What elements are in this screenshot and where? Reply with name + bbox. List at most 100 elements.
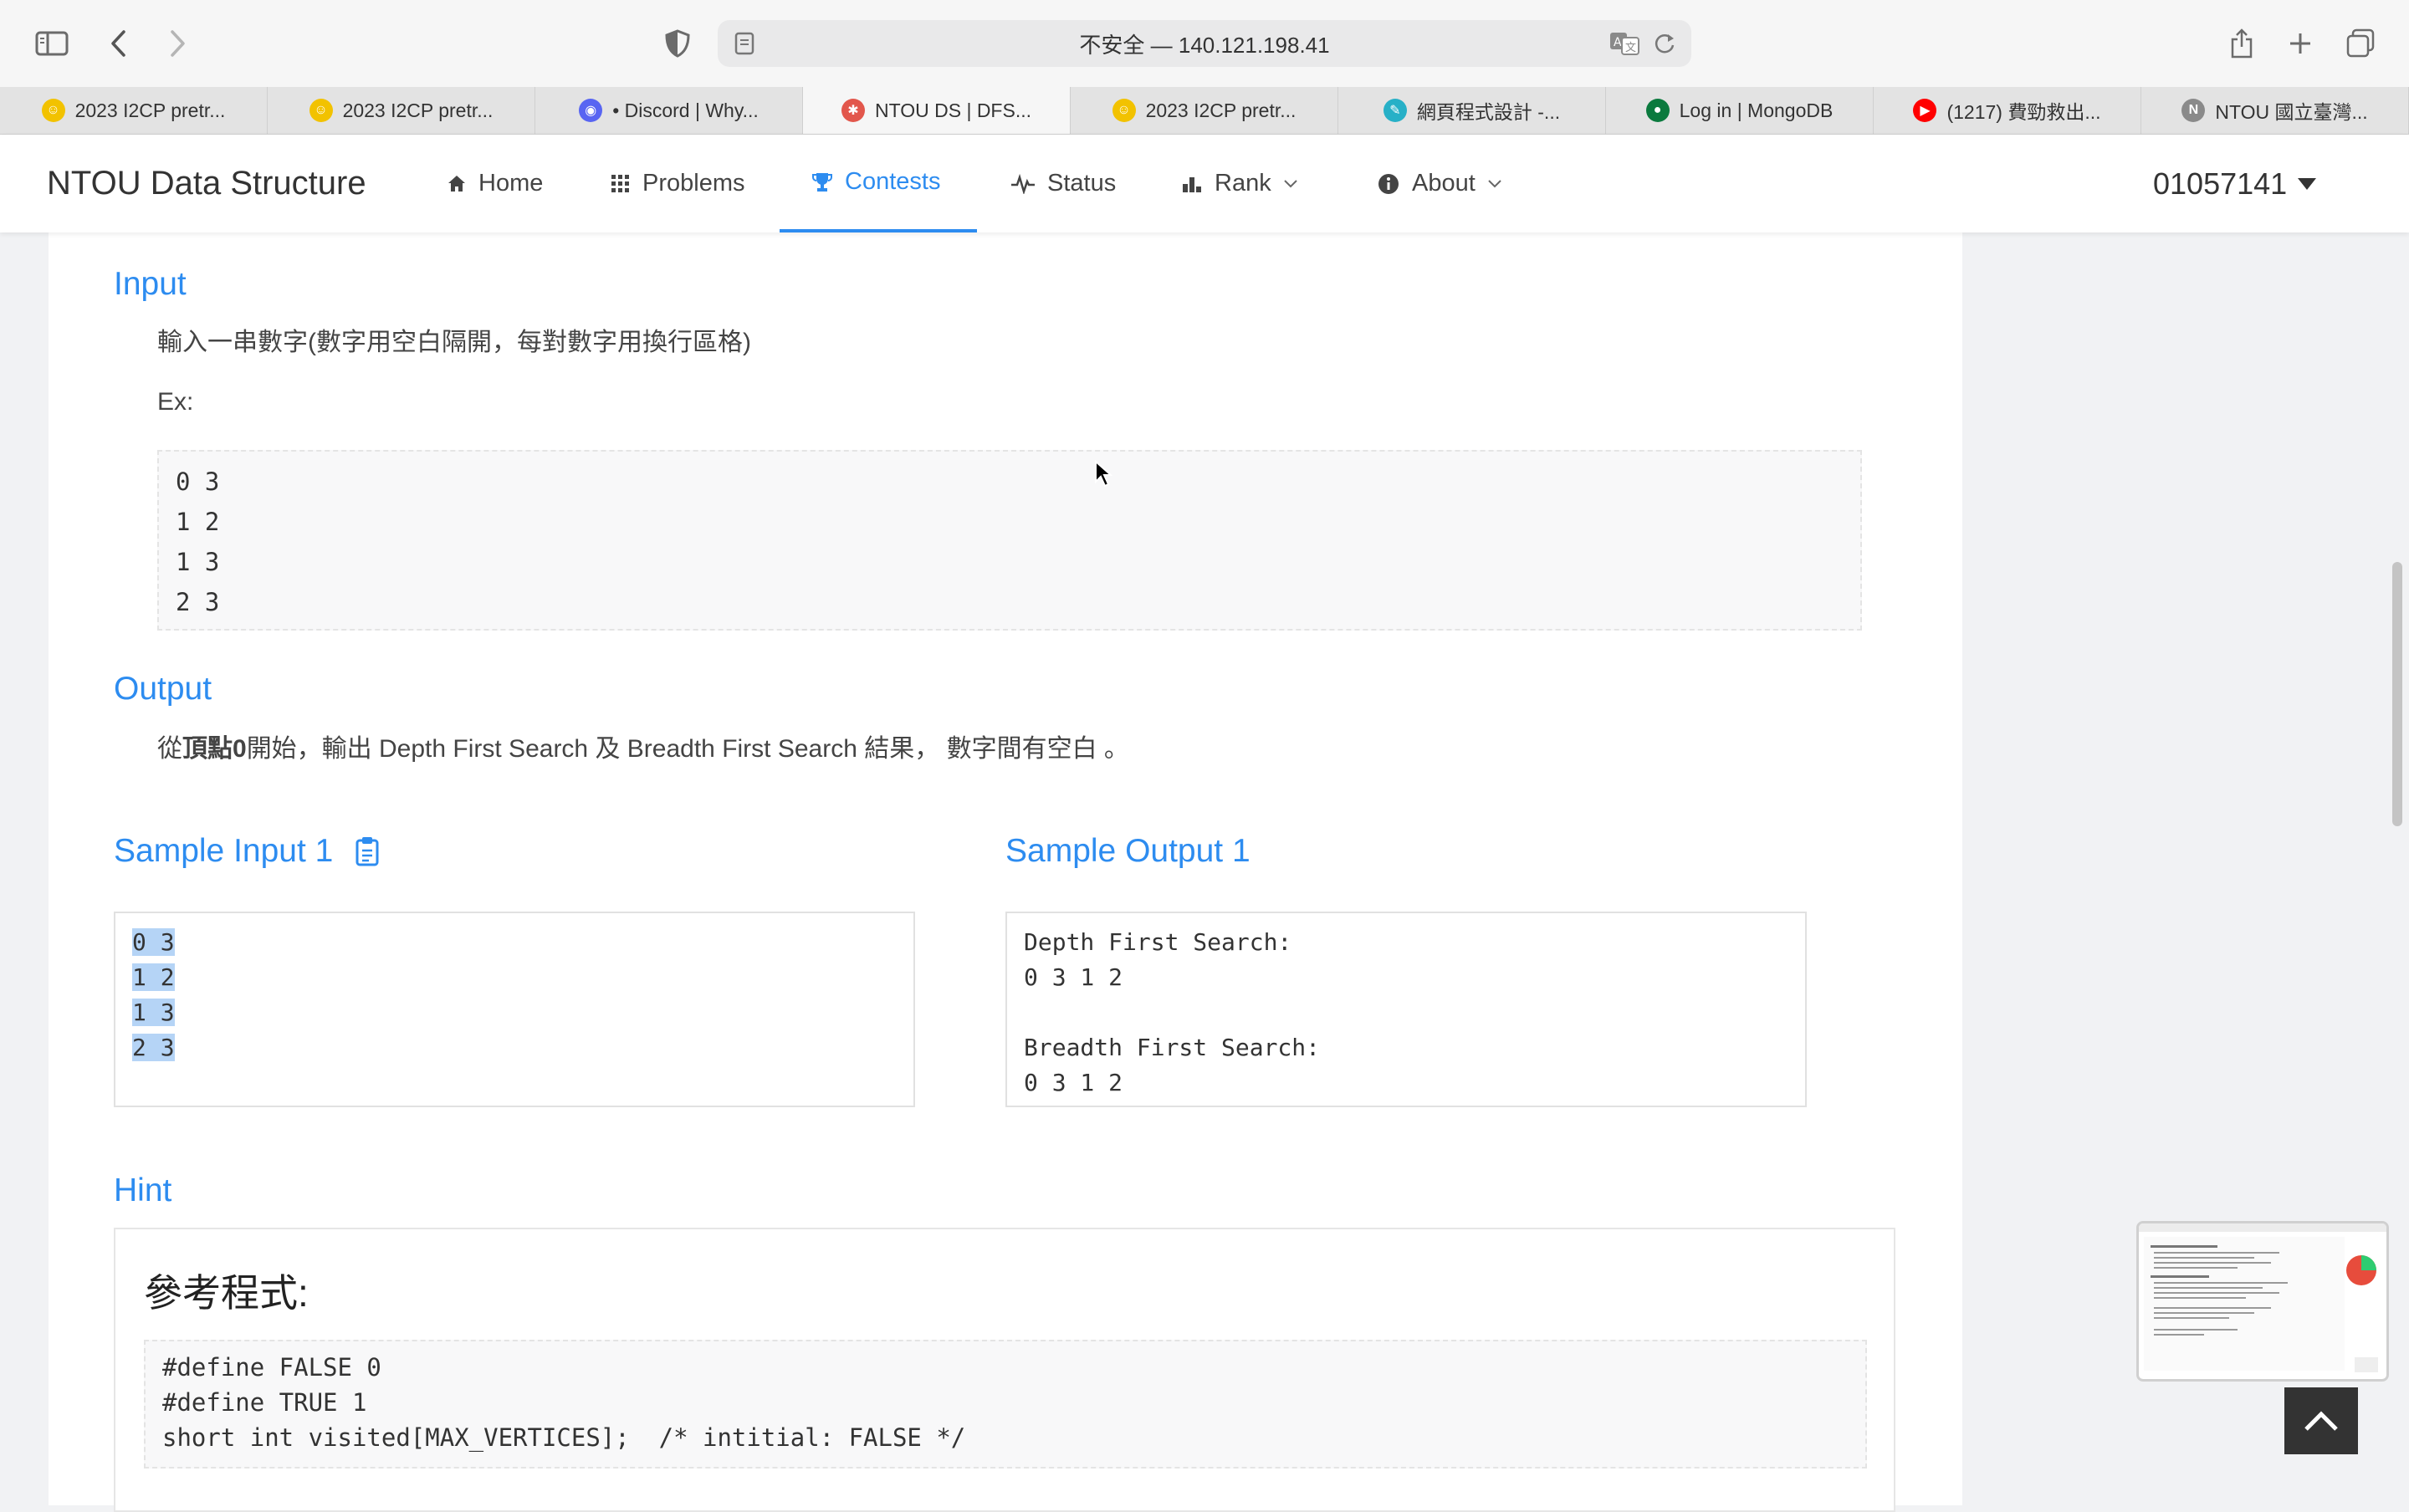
smiley-icon: ☺ — [41, 99, 65, 122]
code-line: 0 3 — [132, 928, 175, 956]
home-icon — [448, 175, 465, 192]
youtube-icon: ▶ — [1913, 99, 1937, 122]
sample-output-title: Sample Output 1 — [1005, 833, 1251, 869]
nav-about[interactable]: About — [1377, 135, 1502, 232]
browser-tab-label: NTOU 國立臺灣... — [2215, 101, 2368, 123]
code-line: short int visited[MAX_VERTICES]; /* inti… — [162, 1423, 966, 1452]
thumbnail-preview-icon — [2139, 1223, 2386, 1372]
code-line: 0 3 — [176, 467, 220, 496]
code-line: Depth First Search: — [1024, 928, 1292, 956]
browser-tab[interactable]: ◉ • Discord | Why... — [535, 87, 803, 134]
output-title: Output — [114, 671, 212, 707]
nav-problems[interactable]: Problems — [611, 135, 745, 232]
code-line: 1 2 — [132, 963, 175, 991]
browser-tab[interactable]: ☺ 2023 I2CP pretr... — [268, 87, 535, 134]
user-menu[interactable]: 01057141 — [2153, 166, 2317, 202]
app-navbar: NTOU Data Structure Home Problems Contes… — [0, 135, 2409, 232]
code-line: 0 3 1 2 — [1024, 1069, 1123, 1096]
address-bar[interactable]: 不安全 — 140.121.198.41 A文 — [718, 20, 1691, 67]
ntou-icon: ✱ — [841, 99, 865, 122]
back-to-top-button[interactable] — [2284, 1387, 2358, 1454]
translate-icon[interactable]: A文 — [1609, 32, 1639, 61]
url-text: 不安全 — 140.121.198.41 — [1079, 32, 1330, 58]
sample-input-title: Sample Input 1 — [114, 833, 380, 870]
discord-icon: ◉ — [579, 99, 603, 122]
code-line: 2 3 — [176, 588, 220, 616]
privacy-shield-icon[interactable] — [656, 22, 699, 65]
smiley-icon: ☺ — [309, 99, 333, 122]
clipboard-icon[interactable] — [355, 836, 380, 866]
code-line: 1 2 — [176, 508, 220, 536]
code-line: 0 3 1 2 — [1024, 963, 1123, 991]
browser-tab-label: NTOU DS | DFS... — [874, 99, 1031, 121]
browser-tab-label: • Discord | Why... — [612, 99, 759, 121]
browser-tab-label: Log in | MongoDB — [1679, 99, 1834, 121]
output-description: 從頂點0開始，輸出 Depth First Search 及 Breadth F… — [157, 728, 1129, 764]
sample-output-box[interactable]: Depth First Search: 0 3 1 2 Breadth Firs… — [1005, 912, 1807, 1107]
output-text-pre: 從 — [157, 735, 182, 763]
browser-tab[interactable]: ✎ 網頁程式設計 -... — [1338, 87, 1606, 134]
code-line: 2 3 — [132, 1034, 175, 1061]
username: 01057141 — [2153, 166, 2288, 201]
nav-rank-label: Rank — [1215, 170, 1271, 197]
nav-status[interactable]: Status — [1010, 135, 1116, 232]
browser-tab[interactable]: ● Log in | MongoDB — [1606, 87, 1874, 134]
mongodb-icon: ● — [1645, 99, 1670, 122]
nav-contests[interactable]: Contests — [780, 135, 977, 232]
nav-problems-label: Problems — [642, 170, 745, 197]
browser-tab[interactable]: ✱ NTOU DS | DFS... — [803, 87, 1071, 134]
code-line: #define TRUE 1 — [162, 1388, 367, 1417]
browser-tab[interactable]: ▶ (1217) 費勁救出... — [1874, 87, 2141, 134]
back-icon[interactable] — [97, 22, 141, 65]
page-scrollbar[interactable] — [2392, 562, 2402, 826]
code-line: 1 3 — [132, 999, 175, 1026]
input-description: 輸入一串數字(數字用空白隔開，每對數字用換行區格) — [157, 329, 751, 356]
sample-input-box[interactable]: 0 3 1 2 1 3 2 3 — [114, 912, 915, 1107]
sample-input-label: Sample Input 1 — [114, 833, 334, 869]
browser-tab-label: 網頁程式設計 -... — [1416, 101, 1561, 123]
browser-tab[interactable]: N NTOU 國立臺灣... — [2141, 87, 2409, 134]
pulse-icon — [1011, 173, 1035, 194]
mouse-cursor-icon — [1095, 460, 1112, 488]
svg-text:文: 文 — [1625, 42, 1636, 54]
tab-overview-icon[interactable] — [2339, 22, 2382, 65]
new-tab-icon[interactable] — [2279, 22, 2322, 65]
browser-tab-label: 2023 I2CP pretr... — [74, 99, 226, 121]
browser-toolbar: 不安全 — 140.121.198.41 A文 — [0, 0, 2409, 88]
output-text-post: 開始，輸出 Depth First Search 及 Breadth First… — [246, 735, 1129, 763]
nav-contests-label: Contests — [845, 168, 941, 195]
trophy-icon — [812, 172, 832, 192]
info-icon — [1378, 173, 1399, 194]
browser-tab-label: 2023 I2CP pretr... — [342, 99, 494, 121]
caret-down-icon — [2298, 178, 2317, 190]
grid-icon — [611, 174, 629, 192]
sidebar-toggle-icon[interactable] — [30, 22, 74, 65]
reload-icon[interactable] — [1653, 32, 1676, 61]
problem-card: Input 輸入一串數字(數字用空白隔開，每對數字用換行區格) Ex: 0 3 … — [49, 232, 1962, 1512]
share-icon[interactable] — [2220, 22, 2263, 65]
example-label: Ex: — [157, 388, 194, 416]
forward-icon[interactable] — [156, 22, 199, 65]
nav-status-label: Status — [1047, 170, 1117, 197]
hint-title: Hint — [114, 1172, 172, 1208]
chevron-down-icon — [1283, 179, 1297, 187]
hint-code-block: #define FALSE 0 #define TRUE 1 short int… — [144, 1340, 1867, 1469]
screenshot-thumbnail[interactable] — [2136, 1221, 2389, 1382]
hint-heading: 參考程式: — [144, 1271, 309, 1315]
output-text-bold: 頂點0 — [182, 735, 247, 763]
browser-tab[interactable]: ☺ 2023 I2CP pretr... — [1071, 87, 1338, 134]
browser-tab[interactable]: ☺ 2023 I2CP pretr... — [0, 87, 268, 134]
brand-title[interactable]: NTOU Data Structure — [47, 165, 366, 202]
feather-icon: ✎ — [1383, 99, 1407, 122]
example-input-block: 0 3 1 2 1 3 2 3 — [157, 450, 1862, 631]
input-title: Input — [114, 266, 187, 302]
hint-box: 參考程式: #define FALSE 0 #define TRUE 1 sho… — [114, 1228, 1895, 1512]
browser-tab-label: 2023 I2CP pretr... — [1145, 99, 1297, 121]
browser-tab-label: (1217) 費勁救出... — [1946, 101, 2101, 123]
code-line: #define FALSE 0 — [162, 1353, 381, 1382]
code-line: Breadth First Search: — [1024, 1034, 1321, 1061]
nav-rank[interactable]: Rank — [1181, 135, 1298, 232]
chevron-up-icon — [2304, 1411, 2338, 1431]
nav-home[interactable]: Home — [447, 135, 543, 232]
